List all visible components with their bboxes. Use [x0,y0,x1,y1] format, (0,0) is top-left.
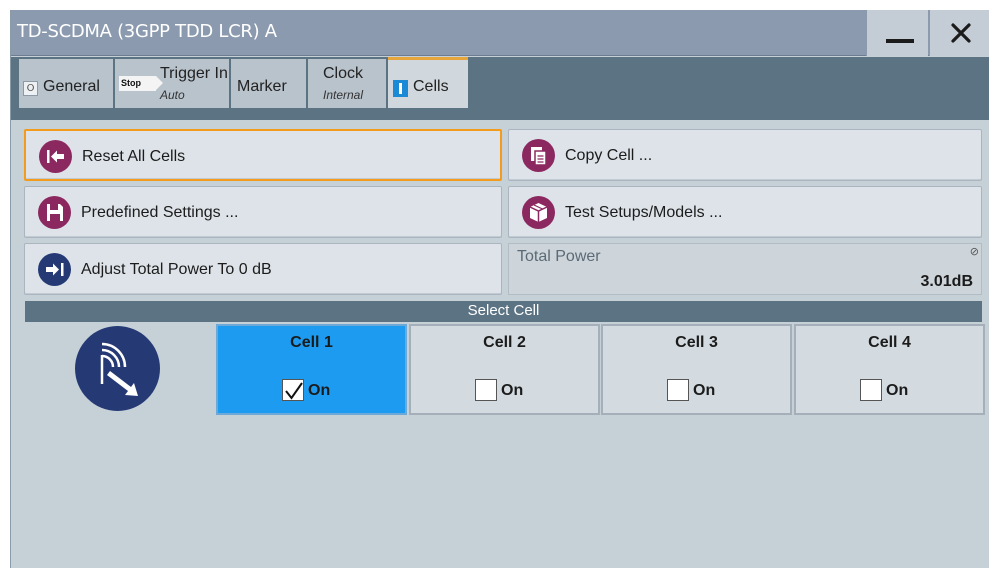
cells-icon [393,80,408,97]
app-window: TD-SCDMA (3GPP TDD LCR) A O General Stop… [10,10,989,568]
minimize-icon [886,39,914,43]
cell-4-on-label: On [886,382,909,399]
tab-clock-label: Clock [323,65,364,82]
tab-trigger-in[interactable]: Stop Trigger In Auto [115,59,229,108]
test-setups-models-button[interactable]: Test Setups/Models ... [508,186,982,238]
tab-trigger-in-sub: Auto [160,88,185,102]
general-icon: O [23,81,38,96]
tab-cells-label: Cells [413,78,449,95]
tab-general-label: General [43,78,100,95]
tab-clock-sub: Internal [323,88,364,102]
window-title: TD-SCDMA (3GPP TDD LCR) A [17,21,277,42]
title-bar: TD-SCDMA (3GPP TDD LCR) A [11,10,989,56]
adjust-total-power-button[interactable]: Adjust Total Power To 0 dB [24,243,502,295]
tab-clock[interactable]: Clock Internal [308,59,386,108]
package-icon [522,196,555,229]
total-power-value: 3.01dB [920,273,973,290]
cell-graphic-icon [75,326,160,411]
reset-all-cells-button[interactable]: Reset All Cells [24,129,502,181]
cell-2-on-checkbox[interactable] [475,379,497,401]
select-cell-label: Select Cell [467,302,540,319]
tab-general[interactable]: O General [19,59,113,108]
minimize-button[interactable] [866,10,928,56]
copy-cell-label: Copy Cell ... [565,147,653,164]
tab-marker-label: Marker [237,78,287,95]
save-icon [38,196,71,229]
close-button[interactable] [929,10,989,56]
test-setups-models-label: Test Setups/Models ... [565,204,723,221]
cell-3-label: Cell 3 [675,334,718,351]
arrow-right-icon [38,253,71,286]
total-power-display: Total Power ⊘ 3.01dB [508,243,982,295]
cell-1-on-label: On [308,382,331,399]
cell-2-label: Cell 2 [483,334,526,351]
cell-4-on-checkbox[interactable] [860,379,882,401]
cell-1-label: Cell 1 [290,334,333,351]
read-only-icon: ⊘ [969,245,979,258]
cell-1-button[interactable]: Cell 1 On [216,324,407,415]
cell-2-button[interactable]: Cell 2 On [409,324,600,415]
cell-1-on-checkbox[interactable] [282,379,304,401]
cell-2-on-label: On [501,382,524,399]
tab-bar: O General Stop Trigger In Auto Marker Cl… [11,57,989,120]
cell-3-on-label: On [693,382,716,399]
reset-all-cells-label: Reset All Cells [82,148,186,165]
stop-icon: Stop [119,76,163,91]
select-cell-header: Select Cell [25,301,982,322]
predefined-settings-button[interactable]: Predefined Settings ... [24,186,502,238]
predefined-settings-label: Predefined Settings ... [81,204,239,221]
close-icon [951,23,971,43]
cell-4-label: Cell 4 [868,334,911,351]
checkmark-icon [285,382,303,400]
tab-marker[interactable]: Marker [231,59,306,108]
copy-icon [522,139,555,172]
tab-trigger-in-label: Trigger In [160,65,228,82]
cell-4-button[interactable]: Cell 4 On [794,324,985,415]
cell-3-on-checkbox[interactable] [667,379,689,401]
total-power-label: Total Power [517,248,601,265]
tab-cells[interactable]: Cells [388,57,468,108]
copy-cell-button[interactable]: Copy Cell ... [508,129,982,181]
reset-icon [39,140,72,173]
adjust-total-power-label: Adjust Total Power To 0 dB [81,261,272,278]
cell-3-button[interactable]: Cell 3 On [601,324,792,415]
